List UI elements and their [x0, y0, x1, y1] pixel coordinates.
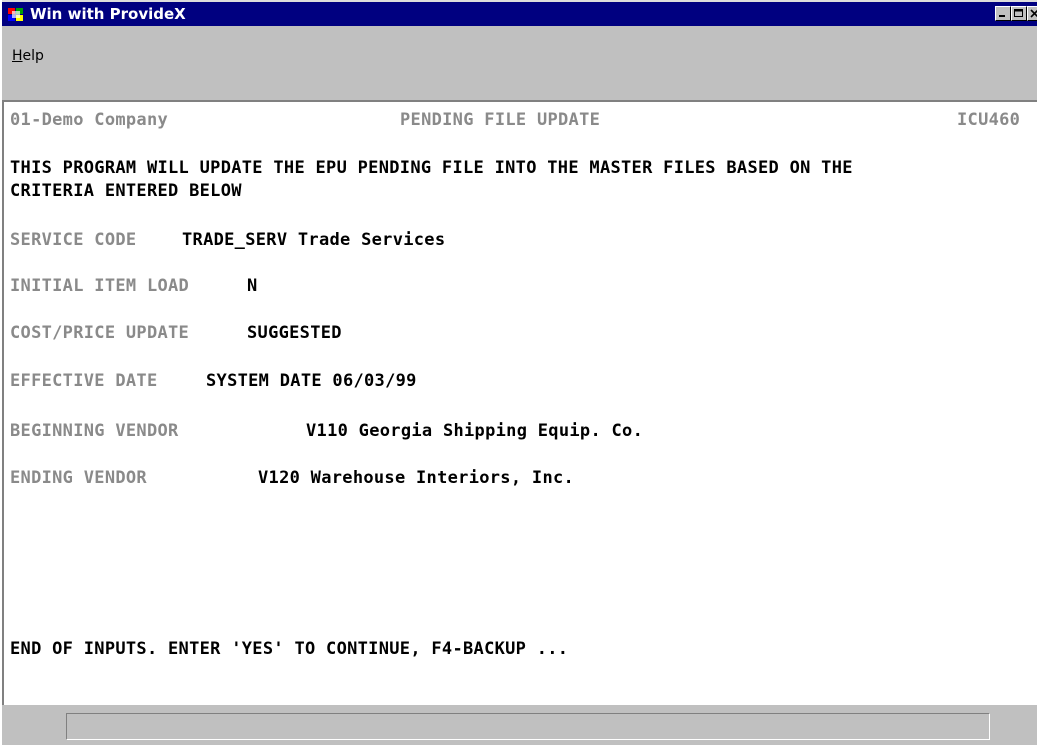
status-message-field [66, 713, 990, 740]
terminal-screen[interactable]: 01-Demo Company PENDING FILE UPDATE ICU4… [2, 100, 1037, 705]
description-line-2: CRITERIA ENTERED BELOW [10, 181, 242, 201]
window-title: Win with ProvideX [30, 5, 186, 23]
screen-title: PENDING FILE UPDATE [400, 110, 601, 130]
ending-vendor-value[interactable]: V120 Warehouse Interiors, Inc. [258, 468, 574, 488]
continue-prompt[interactable]: END OF INPUTS. ENTER 'YES' TO CONTINUE, … [10, 639, 568, 659]
initial-item-load-label: INITIAL ITEM LOAD [10, 276, 190, 296]
cost-price-update-label: COST/PRICE UPDATE [10, 323, 190, 343]
ending-vendor-label: ENDING VENDOR [10, 468, 147, 488]
minimize-button[interactable] [995, 6, 1011, 21]
providex-app-icon[interactable] [8, 6, 24, 22]
maximize-icon [1014, 9, 1023, 17]
minimize-icon [999, 15, 1005, 17]
service-code-label: SERVICE CODE [10, 230, 137, 250]
beginning-vendor-value[interactable]: V110 Georgia Shipping Equip. Co. [306, 421, 643, 441]
cost-price-update-value[interactable]: SUGGESTED [247, 323, 342, 343]
application-window: Win with ProvideX Help 01-Demo Company P… [0, 0, 1037, 745]
menu-help-label: elp [22, 48, 44, 64]
menu-bar: Help [2, 26, 1037, 82]
title-bar[interactable]: Win with ProvideX [2, 2, 1037, 26]
effective-date-label: EFFECTIVE DATE [10, 371, 158, 391]
status-bar [2, 705, 1037, 745]
description-line-1: THIS PROGRAM WILL UPDATE THE EPU PENDING… [10, 158, 853, 178]
menu-help-accelerator: H [12, 48, 23, 64]
beginning-vendor-label: BEGINNING VENDOR [10, 421, 179, 441]
close-button[interactable] [1027, 6, 1037, 21]
initial-item-load-value[interactable]: N [247, 276, 258, 296]
company-name: 01-Demo Company [10, 110, 169, 130]
maximize-button[interactable] [1011, 6, 1027, 21]
program-code: ICU460 [957, 110, 1021, 130]
menu-help[interactable]: Help [12, 48, 44, 64]
effective-date-value[interactable]: SYSTEM DATE 06/03/99 [206, 371, 417, 391]
close-icon [1030, 9, 1037, 18]
service-code-value[interactable]: TRADE_SERV Trade Services [182, 230, 445, 250]
